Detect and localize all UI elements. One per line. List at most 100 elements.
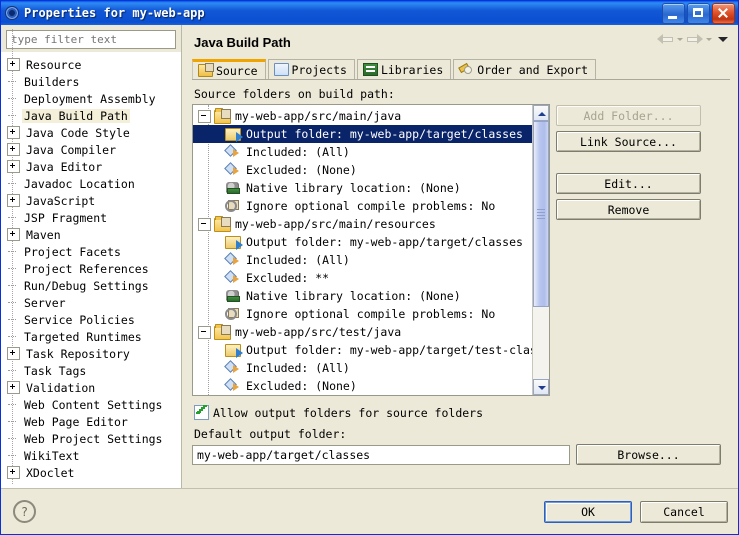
tree-child-row[interactable]: Output folder: my-web-app/target/test-cl…: [193, 341, 532, 359]
sidebar-item-validation[interactable]: Validation: [1, 379, 181, 396]
tree-connector-icon: [7, 178, 18, 189]
sidebar-item-label: Builders: [24, 74, 80, 89]
sidebar-item-deployment-assembly[interactable]: Deployment Assembly: [1, 90, 181, 107]
tree-connector-icon: [7, 280, 18, 291]
sidebar-item-targeted-runtimes[interactable]: Targeted Runtimes: [1, 328, 181, 345]
minimize-button[interactable]: [662, 3, 685, 24]
tree-child-row[interactable]: Included: (All): [193, 143, 532, 161]
sidebar-item-label: Task Repository: [26, 346, 130, 361]
expand-icon[interactable]: [7, 194, 20, 207]
collapse-icon[interactable]: [198, 325, 211, 339]
sidebar-item-resource[interactable]: Resource: [1, 56, 181, 73]
expand-icon[interactable]: [7, 126, 20, 139]
sidebar-item-javadoc-location[interactable]: Javadoc Location: [1, 175, 181, 192]
sidebar-item-builders[interactable]: Builders: [1, 73, 181, 90]
sidebar-item-java-editor[interactable]: Java Editor: [1, 158, 181, 175]
cancel-button[interactable]: Cancel: [640, 500, 728, 523]
tree-child-row[interactable]: Included: (All): [193, 251, 532, 269]
back-dropdown-icon[interactable]: [677, 38, 683, 41]
sidebar-item-label: Validation: [26, 380, 96, 395]
default-output-input[interactable]: [192, 444, 570, 465]
tree-child-row[interactable]: Ignore optional compile problems: No: [193, 197, 532, 215]
tree-child-row[interactable]: Excluded: (None): [193, 377, 532, 395]
sidebar-item-service-policies[interactable]: Service Policies: [1, 311, 181, 328]
sidebar-item-server[interactable]: Server: [1, 294, 181, 311]
edit-button[interactable]: Edit...: [556, 173, 701, 194]
source-folders-tree[interactable]: my-web-app/src/main/java Output folder: m…: [192, 104, 550, 396]
expand-icon[interactable]: [7, 228, 20, 241]
tab-libraries[interactable]: Libraries: [356, 59, 452, 79]
tree-child-row[interactable]: Excluded: (None): [193, 161, 532, 179]
tab-projects[interactable]: Projects: [267, 59, 355, 79]
sidebar-item-project-references[interactable]: Project References: [1, 260, 181, 277]
tree-group-row[interactable]: my-web-app/src/main/resources: [193, 215, 532, 233]
tree-group-row[interactable]: my-web-app/src/test/java: [193, 323, 532, 341]
sidebar-item-jsp-fragment[interactable]: JSP Fragment: [1, 209, 181, 226]
tree-connector-icon: [7, 365, 18, 376]
filter-input[interactable]: [6, 30, 176, 49]
sidebar-item-java-code-style[interactable]: Java Code Style: [1, 124, 181, 141]
sidebar-item-wikitext[interactable]: WikiText: [1, 447, 181, 464]
tree-group-row[interactable]: my-web-app/src/main/java: [193, 107, 532, 125]
ok-button[interactable]: OK: [544, 500, 632, 523]
tree-scrollbar[interactable]: [532, 105, 549, 395]
sidebar-item-web-content-settings[interactable]: Web Content Settings: [1, 396, 181, 413]
sidebar-item-label: JSP Fragment: [24, 210, 108, 225]
maximize-button[interactable]: [687, 3, 710, 24]
scrollbar-thumb[interactable]: [533, 121, 549, 307]
sidebar-item-xdoclet[interactable]: XDoclet: [1, 464, 181, 481]
tree-group-label: my-web-app/src/main/resources: [235, 217, 436, 231]
allow-output-folders-checkbox[interactable]: [194, 405, 209, 420]
tree-child-row[interactable]: Native library location: (None): [193, 287, 532, 305]
tree-connector-icon: [7, 399, 18, 410]
tab-order-and-export[interactable]: Order and Export: [453, 59, 597, 79]
expand-icon[interactable]: [7, 143, 20, 156]
sidebar-item-web-page-editor[interactable]: Web Page Editor: [1, 413, 181, 430]
collapse-icon[interactable]: [198, 217, 211, 231]
button-label: Add Folder...: [583, 108, 674, 123]
close-button[interactable]: [712, 3, 735, 24]
allow-output-folders-row[interactable]: Allow output folders for source folders: [194, 405, 730, 420]
sidebar-item-run-debug-settings[interactable]: Run/Debug Settings: [1, 277, 181, 294]
help-question-icon[interactable]: ?: [13, 500, 36, 523]
scroll-down-icon[interactable]: [533, 379, 549, 395]
expand-icon[interactable]: [7, 466, 20, 479]
sidebar-item-maven[interactable]: Maven: [1, 226, 181, 243]
expand-icon[interactable]: [7, 160, 20, 173]
tree-child-row[interactable]: Included: (All): [193, 359, 532, 377]
tree-connector-icon: [7, 450, 18, 461]
forward-arrow-icon[interactable]: [686, 33, 703, 46]
expand-icon[interactable]: [7, 58, 20, 71]
forward-dropdown-icon[interactable]: [706, 38, 712, 41]
libraries-icon: [362, 63, 378, 76]
tree-child-row[interactable]: Output folder: my-web-app/target/classes: [193, 125, 532, 143]
browse-button[interactable]: Browse...: [576, 444, 721, 465]
link-source-button[interactable]: Link Source...: [556, 131, 701, 152]
sidebar-item-java-build-path[interactable]: Java Build Path: [1, 107, 181, 124]
view-menu-icon[interactable]: [718, 37, 728, 42]
scroll-up-icon[interactable]: [533, 105, 549, 121]
sidebar-item-task-tags[interactable]: Task Tags: [1, 362, 181, 379]
tree-child-row[interactable]: Ignore optional compile problems: No: [193, 305, 532, 323]
included-filter-icon: [225, 145, 241, 160]
expand-icon[interactable]: [7, 381, 20, 394]
sidebar-item-label: WikiText: [24, 448, 80, 463]
tab-source[interactable]: Source: [192, 59, 266, 79]
window-controls: [662, 3, 735, 24]
tree-child-label: Output folder: my-web-app/target/test-cl…: [246, 343, 532, 357]
tree-child-row[interactable]: Output folder: my-web-app/target/classes: [193, 233, 532, 251]
collapse-icon[interactable]: [198, 109, 211, 123]
expand-icon[interactable]: [7, 347, 20, 360]
remove-button[interactable]: Remove: [556, 199, 701, 220]
sidebar-item-web-project-settings[interactable]: Web Project Settings: [1, 430, 181, 447]
tree-child-row[interactable]: Native library location: (None): [193, 179, 532, 197]
sidebar-item-javascript[interactable]: JavaScript: [1, 192, 181, 209]
sidebar-item-project-facets[interactable]: Project Facets: [1, 243, 181, 260]
tree-connector-icon: [7, 246, 18, 257]
sidebar-item-java-compiler[interactable]: Java Compiler: [1, 141, 181, 158]
sidebar-item-label: Javadoc Location: [24, 176, 135, 191]
native-library-icon: [225, 181, 241, 196]
tree-child-row[interactable]: Excluded: **: [193, 269, 532, 287]
back-arrow-icon[interactable]: [657, 33, 674, 46]
sidebar-item-task-repository[interactable]: Task Repository: [1, 345, 181, 362]
